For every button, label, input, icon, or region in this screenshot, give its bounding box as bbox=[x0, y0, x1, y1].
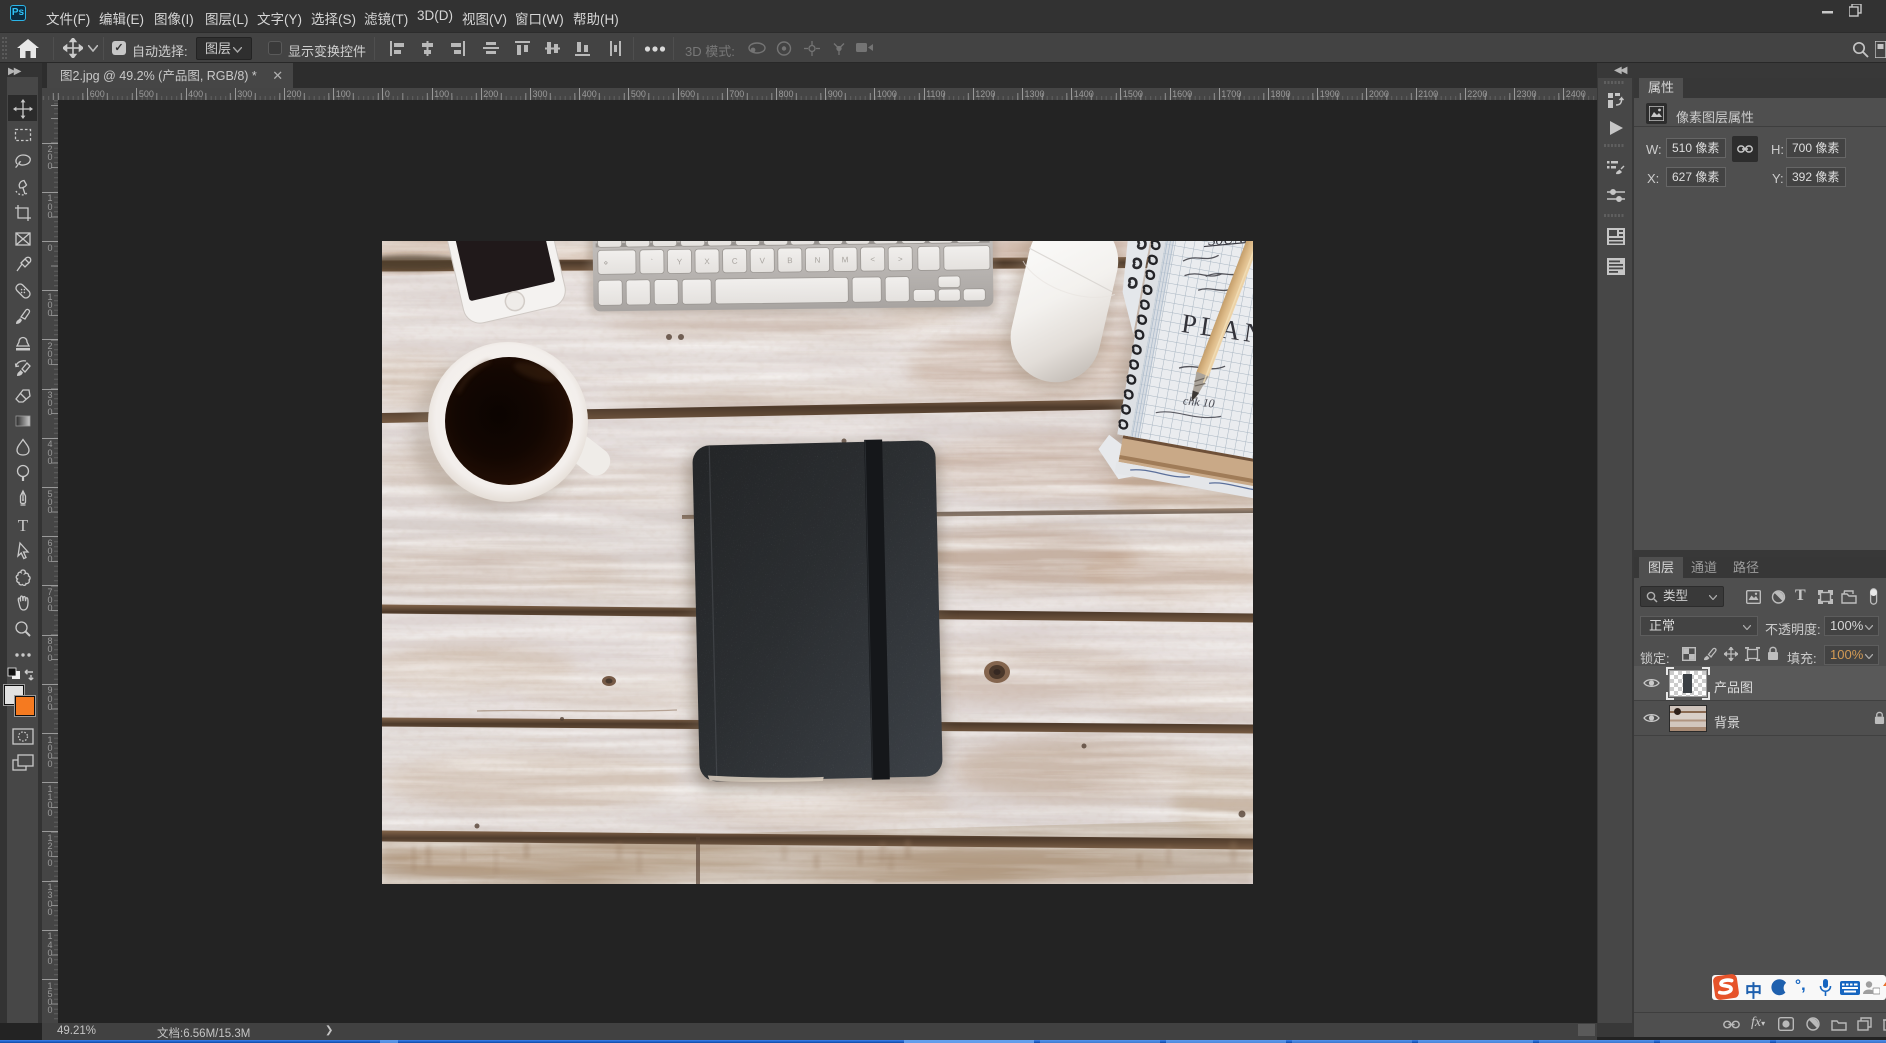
svg-text:`: ` bbox=[650, 258, 653, 267]
svg-text:M: M bbox=[842, 255, 849, 264]
svg-text:X: X bbox=[704, 257, 710, 266]
svg-text:<: < bbox=[870, 255, 875, 264]
svg-text:T: T bbox=[17, 516, 28, 535]
svg-text:V: V bbox=[760, 256, 766, 265]
svg-text:Y: Y bbox=[677, 257, 683, 266]
svg-text:⋄: ⋄ bbox=[603, 258, 608, 267]
svg-text:B: B bbox=[787, 256, 792, 265]
svg-text:C: C bbox=[732, 257, 738, 266]
svg-text:>: > bbox=[898, 255, 903, 264]
svg-text:N: N bbox=[815, 256, 821, 265]
